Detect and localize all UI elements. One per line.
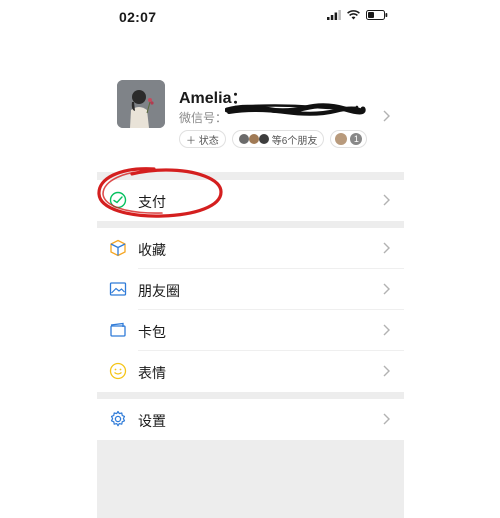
friends-chip[interactable]: 等6个朋友 [231,130,325,148]
menu-item-pay[interactable]: 支付 [97,180,404,221]
card-icon [110,322,126,337]
section-separator [97,392,404,399]
bottom-background [97,440,404,518]
friends-count-badge: 1 [350,133,363,145]
section-separator [97,172,404,180]
menu-label-settings: 设置 [138,413,166,429]
friends-chip-label: 等6个朋友 [271,135,318,147]
signal-icon [327,10,341,20]
status-icons [327,10,388,20]
gear-icon [110,410,126,427]
wechat-id-prefix: 微信号： [179,111,228,125]
phone-screen: 02:07 Amelia： 微信号： ＋ 状态 等6个朋友 1 支付 收藏 朋友… [97,0,404,518]
status-chip[interactable]: ＋ 状态 [179,130,226,148]
pay-icon [109,191,127,209]
section-separator [97,221,404,228]
friend-avatar [248,134,259,144]
battery-icon [366,10,388,20]
chevron-right-icon [383,194,390,206]
menu-item-moments[interactable]: 朋友圈 [97,269,404,310]
chevron-right-icon [383,242,390,254]
friend-avatar [258,134,269,144]
menu-label-pay: 支付 [138,194,166,210]
menu-item-cards[interactable]: 卡包 [97,310,404,351]
photo-icon [109,282,127,296]
menu-item-favorites[interactable]: 收藏 [97,228,404,269]
chevron-right-icon [383,365,390,377]
status-bar: 02:07 [97,0,404,34]
redaction-scribble [225,103,366,116]
friend-avatar [238,134,249,144]
profile-header[interactable]: Amelia： 微信号： ＋ 状态 等6个朋友 1 [97,70,404,172]
menu-item-settings[interactable]: 设置 [97,399,404,440]
friend-avatar [335,133,348,145]
menu-label-favorites: 收藏 [138,242,166,258]
smiley-icon [109,362,127,380]
cube-icon [110,239,126,257]
chevron-right-icon [383,110,390,122]
status-chip-label: ＋ 状态 [186,135,219,147]
friends-count-chip[interactable]: 1 [330,130,368,148]
avatar[interactable] [117,80,165,128]
chevron-right-icon [383,413,390,425]
wechat-id: 微信号： [179,109,227,126]
chevron-right-icon [383,283,390,295]
menu-label-cards: 卡包 [138,324,166,340]
chevron-right-icon [383,324,390,336]
menu-label-stickers: 表情 [138,365,166,381]
status-chips: ＋ 状态 等6个朋友 1 [179,130,368,148]
menu-label-moments: 朋友圈 [138,283,180,299]
wifi-icon [347,10,360,20]
status-time: 02:07 [119,9,157,25]
menu-item-stickers[interactable]: 表情 [97,351,404,392]
